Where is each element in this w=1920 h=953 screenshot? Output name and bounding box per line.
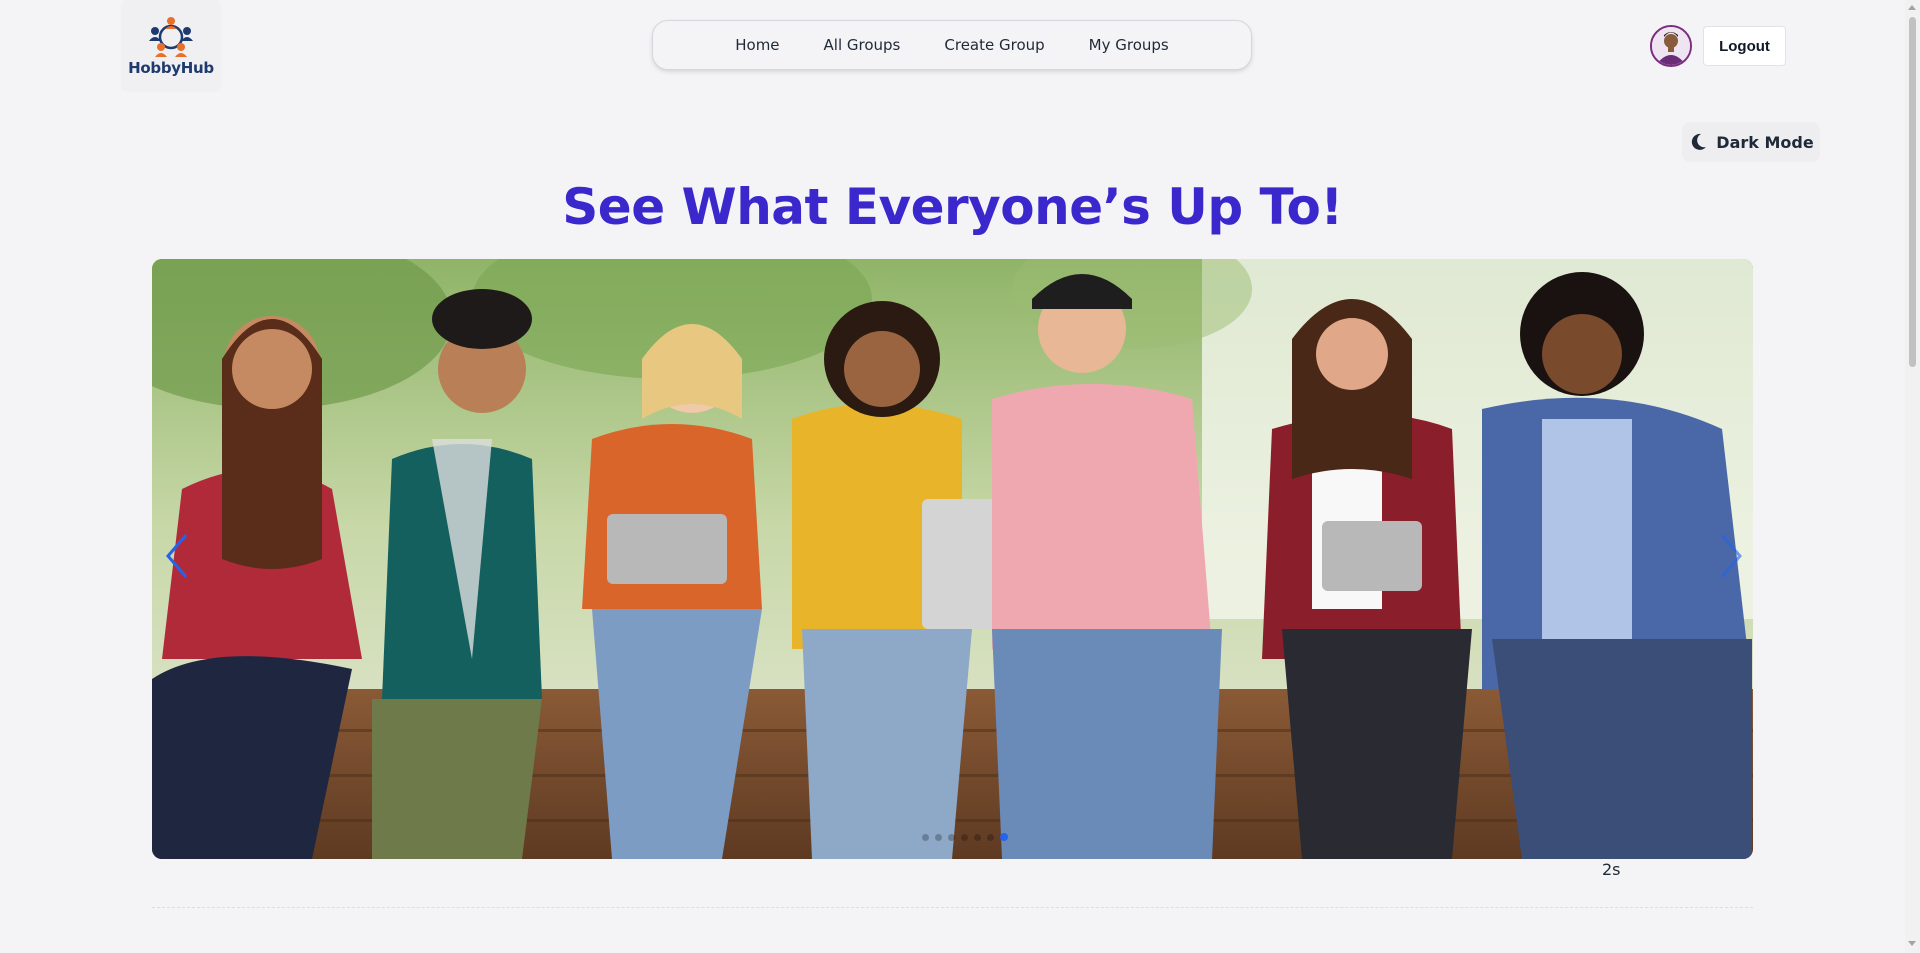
friends-group-photo [152, 259, 1753, 859]
user-avatar[interactable] [1650, 25, 1692, 67]
section-divider [152, 907, 1753, 908]
scroll-down-arrow-icon[interactable] [1908, 941, 1916, 946]
nav-all-groups[interactable]: All Groups [824, 36, 901, 54]
slider-next-button[interactable] [1716, 531, 1746, 581]
user-photo-icon [1652, 27, 1690, 65]
slider-dot[interactable] [987, 833, 994, 841]
slider-dot[interactable] [922, 833, 929, 841]
dark-mode-label: Dark Mode [1716, 132, 1814, 152]
slider-dot[interactable] [935, 833, 942, 841]
page-title: See What Everyone’s Up To! [562, 178, 1343, 236]
people-network-icon [149, 17, 193, 57]
nav-create-group[interactable]: Create Group [944, 36, 1044, 54]
slider-dot[interactable] [961, 833, 968, 841]
slider-dot[interactable] [974, 833, 981, 841]
logo-text: HobbyHub [128, 59, 214, 77]
nav-home[interactable]: Home [735, 36, 779, 54]
chevron-right-icon [1720, 534, 1742, 578]
scroll-up-arrow-icon[interactable] [1908, 5, 1916, 10]
scrollbar-thumb[interactable] [1909, 17, 1916, 367]
nav-my-groups[interactable]: My Groups [1089, 36, 1169, 54]
dark-mode-toggle[interactable]: Dark Mode [1682, 122, 1820, 162]
slider-dot[interactable] [1000, 833, 1008, 841]
chevron-left-icon [166, 534, 188, 578]
slider-dot[interactable] [948, 833, 955, 841]
moon-icon [1692, 133, 1707, 150]
logout-button[interactable]: Logout [1703, 26, 1786, 66]
main-nav: Home All Groups Create Group My Groups [652, 20, 1252, 70]
site-header: HobbyHub Home All Groups Create Group My… [0, 0, 1905, 100]
hobbyhub-logo[interactable]: HobbyHub [121, 0, 221, 92]
slider-prev-button[interactable] [162, 531, 192, 581]
slider-timer: 2s [1602, 860, 1621, 879]
page-scrollbar[interactable] [1905, 0, 1920, 953]
hero-image-slider[interactable] [152, 259, 1753, 859]
slider-pagination [922, 833, 1008, 841]
